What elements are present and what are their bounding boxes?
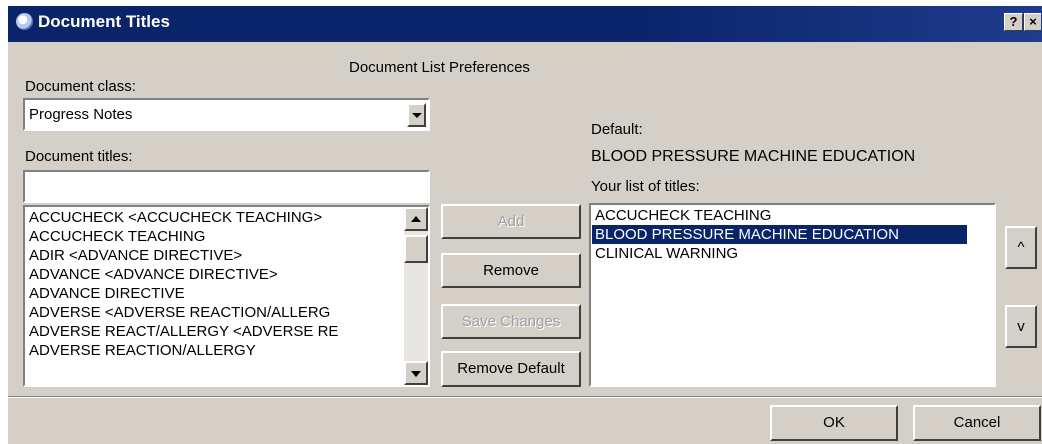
preferences-heading: Document List Preferences: [349, 59, 530, 76]
default-label: Default:: [591, 121, 643, 138]
arrow-down-icon: [411, 371, 421, 377]
arrow-up-icon: [411, 216, 421, 222]
list-item[interactable]: ACCUCHECK TEACHING: [26, 227, 404, 246]
document-class-select[interactable]: Progress Notes: [23, 98, 430, 131]
default-value: BLOOD PRESSURE MACHINE EDUCATION: [591, 148, 916, 165]
scroll-down-button[interactable]: [404, 361, 428, 385]
scroll-up-button[interactable]: [404, 207, 428, 231]
move-up-button[interactable]: ^: [1005, 226, 1037, 269]
chevron-down-icon: [412, 113, 422, 118]
help-button[interactable]: ?: [1004, 13, 1023, 31]
remove-button[interactable]: Remove: [441, 253, 581, 288]
app-icon: [16, 13, 33, 30]
dropdown-button[interactable]: [407, 103, 426, 127]
list-item[interactable]: ADVANCE <ADVANCE DIRECTIVE>: [26, 265, 404, 284]
title-search-input[interactable]: [23, 170, 430, 203]
ok-button[interactable]: OK: [770, 405, 898, 441]
document-class-value: Progress Notes: [29, 106, 133, 123]
window-title: Document Titles: [38, 12, 170, 31]
scroll-thumb[interactable]: [404, 235, 428, 263]
document-class-label: Document class:: [25, 78, 136, 95]
move-down-button[interactable]: v: [1005, 305, 1037, 348]
separator: [8, 396, 1042, 398]
add-button[interactable]: Add: [441, 204, 581, 239]
list-item-selected[interactable]: BLOOD PRESSURE MACHINE EDUCATION: [592, 225, 967, 244]
your-titles-items: ACCUCHECK TEACHING BLOOD PRESSURE MACHIN…: [592, 206, 992, 263]
list-item[interactable]: ADVANCE DIRECTIVE: [26, 284, 404, 303]
your-titles-list[interactable]: ACCUCHECK TEACHING BLOOD PRESSURE MACHIN…: [589, 203, 996, 387]
your-titles-label: Your list of titles:: [591, 178, 700, 195]
vertical-scrollbar[interactable]: [404, 207, 428, 385]
cancel-button[interactable]: Cancel: [913, 405, 1041, 441]
list-item[interactable]: ADVERSE REACT/ALLERGY <ADVERSE RE: [26, 322, 404, 341]
document-titles-items: ACCUCHECK <ACCUCHECK TEACHING> ACCUCHECK…: [26, 208, 404, 360]
close-button[interactable]: ×: [1024, 13, 1041, 31]
list-item[interactable]: ADIR <ADVANCE DIRECTIVE>: [26, 246, 404, 265]
save-changes-button[interactable]: Save Changes: [441, 304, 581, 339]
list-item[interactable]: ACCUCHECK TEACHING: [592, 206, 992, 225]
list-item[interactable]: CLINICAL WARNING: [592, 244, 992, 263]
document-titles-label: Document titles:: [25, 148, 133, 165]
list-item[interactable]: ADVERSE <ADVERSE REACTION/ALLERG: [26, 303, 404, 322]
list-item[interactable]: ADVERSE REACTION/ALLERGY: [26, 341, 404, 360]
remove-default-button[interactable]: Remove Default: [441, 351, 581, 387]
list-item[interactable]: ACCUCHECK <ACCUCHECK TEACHING>: [26, 208, 404, 227]
document-titles-list[interactable]: ACCUCHECK <ACCUCHECK TEACHING> ACCUCHECK…: [23, 205, 430, 387]
